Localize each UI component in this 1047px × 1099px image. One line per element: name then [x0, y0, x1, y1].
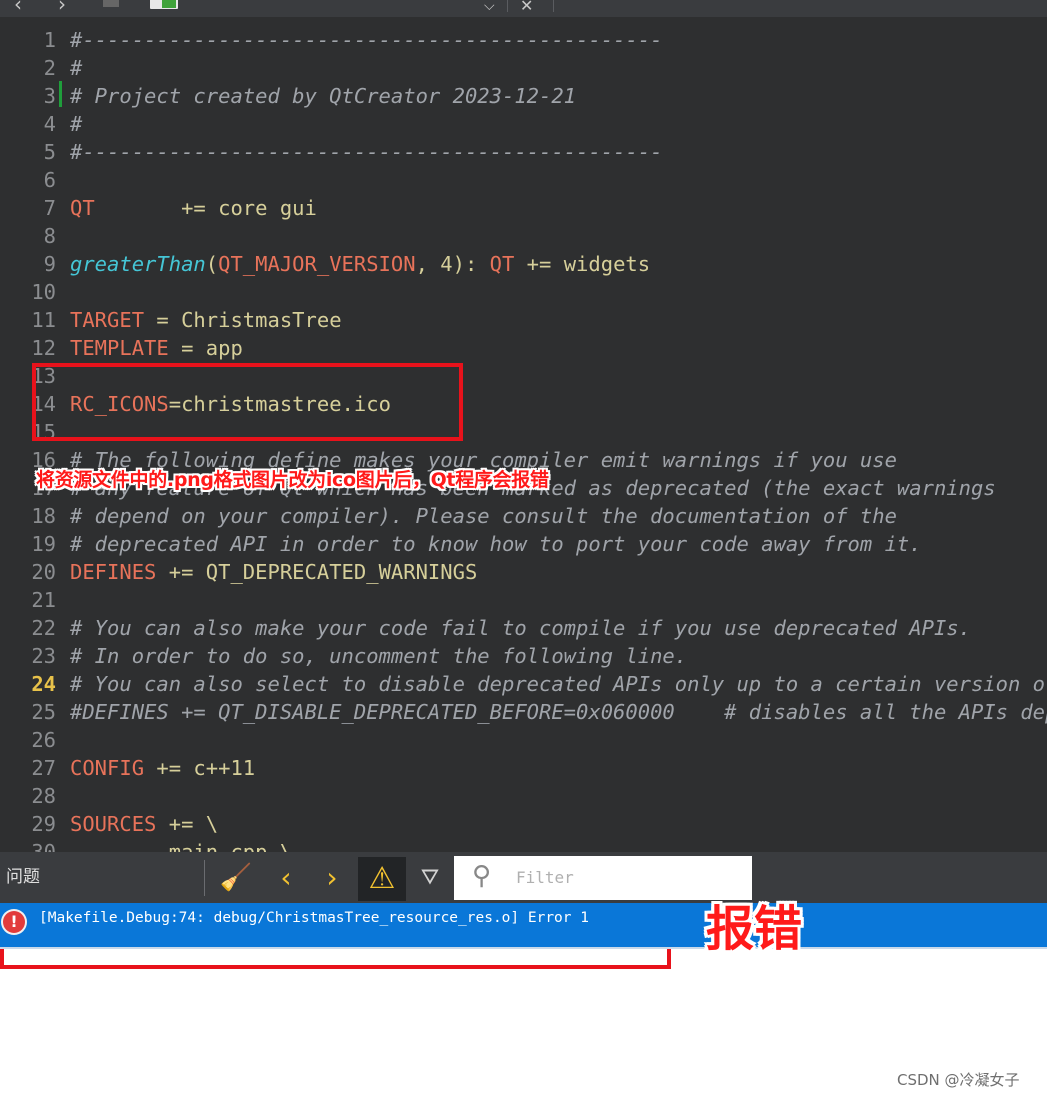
line-number: 3	[43, 84, 56, 108]
editor-toolbar: ‹ › ⌵ ✕	[0, 0, 1047, 17]
annotation-error-label: 报错	[706, 901, 803, 957]
line-number: 9	[43, 252, 56, 276]
code-line[interactable]: main.cpp \	[70, 838, 292, 852]
line-number: 28	[31, 784, 56, 808]
line-number: 8	[43, 224, 56, 248]
back-button[interactable]: ‹	[14, 0, 22, 14]
line-number: 24	[31, 672, 56, 696]
line-number: 25	[31, 700, 56, 724]
code-line[interactable]: DEFINES += QT_DEPRECATED_WARNINGS	[70, 558, 477, 586]
search-icon: ⚲	[472, 861, 492, 891]
annotation-note: 将资源文件中的.png格式图片改为ico图片后，Qt程序会报错	[36, 469, 549, 491]
issues-pane-title: 问题	[6, 867, 40, 887]
code-line[interactable]: #DEFINES += QT_DISABLE_DEPRECATED_BEFORE…	[70, 698, 1047, 726]
code-line[interactable]: CONFIG += c++11	[70, 754, 255, 782]
code-line[interactable]: # Project created by QtCreator 2023-12-2…	[70, 82, 576, 110]
close-document-button[interactable]: ✕	[520, 0, 533, 16]
issue-text: [Makefile.Debug:74: debug/ChristmasTree_…	[39, 910, 589, 926]
line-number: 5	[43, 140, 56, 164]
line-number: 11	[31, 308, 56, 332]
change-marker	[59, 81, 62, 107]
filter-placeholder: Filter	[516, 868, 574, 887]
line-number: 6	[43, 168, 56, 192]
code-line[interactable]: #---------------------------------------…	[70, 26, 662, 54]
code-line[interactable]: # In order to do so, uncomment the follo…	[70, 642, 687, 670]
line-number: 4	[43, 112, 56, 136]
toolbar-divider	[507, 0, 508, 12]
watermark: CSDN @冷凝女子	[897, 1071, 1020, 1089]
line-number: 10	[31, 280, 56, 304]
issue-list-divider	[0, 947, 1047, 949]
line-number: 7	[43, 196, 56, 220]
toolbar-divider	[553, 0, 554, 12]
qt-file-icon	[150, 0, 178, 9]
code-line[interactable]: #	[70, 110, 82, 138]
code-line[interactable]: greaterThan(QT_MAJOR_VERSION, 4): QT += …	[70, 250, 650, 278]
line-number: 1	[43, 28, 56, 52]
filter-icon[interactable]: ⛛	[410, 857, 450, 899]
code-line[interactable]: #---------------------------------------…	[70, 138, 662, 166]
line-number: 21	[31, 588, 56, 612]
error-icon: !	[3, 911, 25, 933]
line-number: 12	[31, 336, 56, 360]
line-number: 27	[31, 756, 56, 780]
issue-list-item[interactable]: ! [Makefile.Debug:74: debug/ChristmasTre…	[0, 903, 1047, 947]
line-number: 18	[31, 504, 56, 528]
issues-filter-input[interactable]: ⚲ Filter	[454, 856, 752, 900]
code-line[interactable]: # deprecated API in order to know how to…	[70, 530, 922, 558]
code-line[interactable]: # depend on your compiler). Please consu…	[70, 502, 897, 530]
code-line[interactable]: #	[70, 54, 82, 82]
line-number: 29	[31, 812, 56, 836]
warning-filter-button[interactable]: ⚠	[358, 857, 406, 901]
forward-button[interactable]: ›	[58, 0, 66, 14]
line-number: 22	[31, 616, 56, 640]
code-line[interactable]: # You can also make your code fail to co…	[70, 614, 971, 642]
code-line[interactable]: TARGET = ChristmasTree	[70, 306, 342, 334]
warning-icon: ⚠	[368, 861, 396, 896]
issues-toolbar: 问题 🧹 ‹ › ⚠ ⛛ ⚲ Filter	[0, 852, 1047, 903]
line-number: 2	[43, 56, 56, 80]
chevron-down-icon[interactable]: ⌵	[484, 0, 495, 16]
line-number: 19	[31, 532, 56, 556]
line-number: 20	[31, 560, 56, 584]
line-number: 30	[31, 840, 56, 852]
line-number: 23	[31, 644, 56, 668]
code-line[interactable]: # You can also select to disable depreca…	[70, 670, 1047, 698]
previous-issue-button[interactable]: ‹	[266, 857, 306, 899]
next-issue-button[interactable]: ›	[312, 857, 352, 899]
code-line[interactable]: QT += core gui	[70, 194, 317, 222]
code-line[interactable]: SOURCES += \	[70, 810, 218, 838]
broom-icon[interactable]: 🧹	[216, 857, 256, 899]
code-line[interactable]: TEMPLATE = app	[70, 334, 243, 362]
document-icon	[103, 0, 119, 7]
annotation-box-rc-icons	[32, 363, 463, 441]
line-number: 26	[31, 728, 56, 752]
toolbar-divider	[204, 860, 205, 896]
